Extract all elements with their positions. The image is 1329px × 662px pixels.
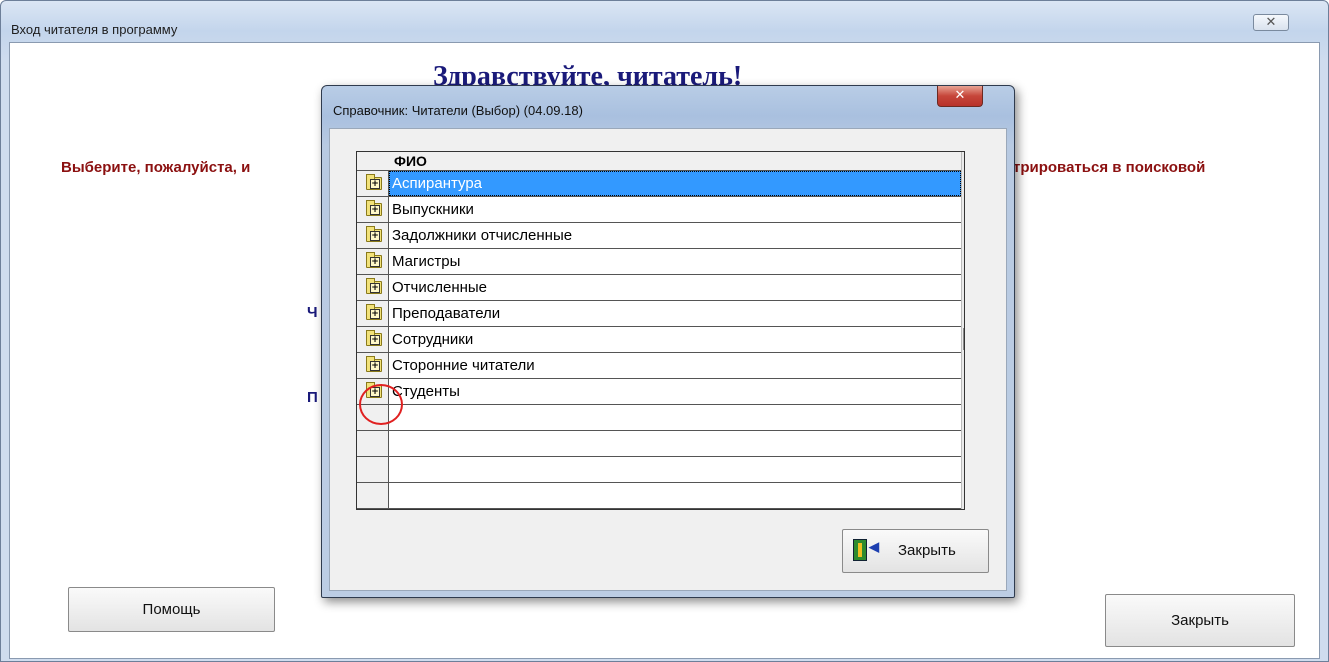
readers-dialog: Справочник: Читатели (Выбор) (04.09.18) … — [321, 85, 1015, 598]
vertical-scrollbar[interactable]: ▲ ▼ — [961, 152, 964, 509]
row-label: Сотрудники — [392, 331, 474, 348]
dialog-close-label: Закрыть — [898, 542, 956, 559]
highlight-circle — [359, 384, 403, 425]
table-row[interactable]: + Выпускники — [357, 197, 961, 223]
table-row[interactable]: + Задолжники отчисленные — [357, 223, 961, 249]
row-label: Студенты — [392, 383, 460, 400]
scroll-down-icon[interactable]: ▼ — [962, 492, 964, 509]
folder-expand-icon[interactable]: + — [366, 304, 382, 320]
column-header-fio[interactable]: ФИО — [389, 152, 961, 171]
row-label: Отчисленные — [392, 279, 488, 296]
row-label: Выпускники — [392, 201, 474, 218]
help-button[interactable]: Помощь — [68, 587, 275, 632]
scroll-thumb[interactable] — [963, 328, 964, 350]
row-label: Задолжники отчисленные — [392, 227, 573, 244]
scroll-up-icon[interactable]: ▲ — [962, 152, 964, 169]
empty-row — [357, 483, 961, 509]
table-row[interactable]: + Аспирантура — [357, 171, 961, 197]
table-row[interactable]: + Отчисленные — [357, 275, 961, 301]
exit-arrow-icon: ◀ — [869, 539, 879, 554]
readers-grid[interactable]: ФИО + Аспирантура + Выпускники + Задолжники о… — [356, 151, 965, 510]
table-row[interactable]: + Преподаватели — [357, 301, 961, 327]
empty-row — [357, 431, 961, 457]
table-row[interactable]: + Студенты — [357, 379, 961, 405]
folder-expand-icon[interactable]: + — [366, 356, 382, 372]
prompt-text-left: Выберите, пожалуйста, и — [61, 159, 251, 176]
row-label: Преподаватели — [392, 305, 501, 322]
dialog-close-icon[interactable]: ✕ — [937, 86, 983, 107]
plus-icon: + — [370, 309, 380, 319]
table-row[interactable]: + Сотрудники — [357, 327, 961, 353]
dialog-close-button[interactable]: ◀ Закрыть — [842, 529, 989, 573]
plus-icon: + — [370, 205, 380, 215]
grid-rows: + Аспирантура + Выпускники + Задолжники отчис… — [357, 171, 961, 509]
dialog-client-area: ФИО + Аспирантура + Выпускники + Задолжники о… — [329, 128, 1007, 591]
dialog-title: Справочник: Читатели (Выбор) (04.09.18) — [333, 103, 583, 118]
plus-icon: + — [370, 231, 380, 241]
row-label: Аспирантура — [389, 171, 961, 196]
folder-expand-icon[interactable]: + — [366, 200, 382, 216]
folder-expand-icon[interactable]: + — [366, 278, 382, 294]
folder-expand-icon[interactable]: + — [366, 330, 382, 346]
window-title: Вход читателя в программу — [11, 22, 178, 37]
exit-door-icon — [853, 539, 867, 561]
plus-icon: + — [370, 179, 380, 189]
window-close-button[interactable]: ✕ — [1253, 14, 1289, 31]
close-button[interactable]: Закрыть — [1105, 594, 1295, 647]
plus-icon: + — [370, 361, 380, 371]
folder-expand-icon[interactable]: + — [366, 174, 382, 190]
folder-expand-icon[interactable]: + — [366, 226, 382, 242]
grid-corner — [357, 152, 389, 171]
row-label: Сторонние читатели — [392, 357, 535, 374]
empty-row — [357, 405, 961, 431]
prompt-text-right: трироваться в поисковой — [1013, 159, 1206, 176]
row-label: Магистры — [392, 253, 461, 270]
folder-expand-icon[interactable]: + — [366, 252, 382, 268]
table-row[interactable]: + Магистры — [357, 249, 961, 275]
table-row[interactable]: + Сторонние читатели — [357, 353, 961, 379]
label-fragment: П — [307, 389, 318, 406]
plus-icon: + — [370, 335, 380, 345]
plus-icon: + — [370, 257, 380, 267]
plus-icon: + — [370, 283, 380, 293]
label-fragment: Ч — [307, 304, 318, 321]
empty-row — [357, 457, 961, 483]
